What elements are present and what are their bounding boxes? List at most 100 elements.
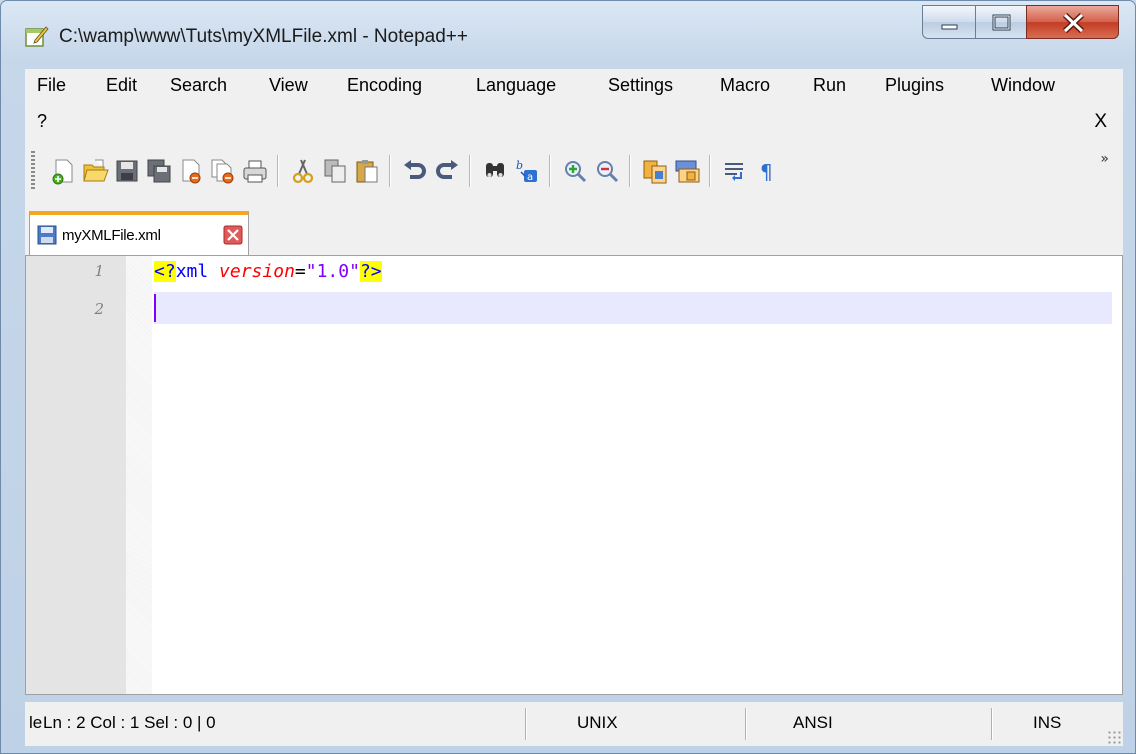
sync-vertical-icon [643, 160, 667, 184]
saved-file-icon [37, 225, 57, 245]
close-icon [1062, 12, 1085, 34]
menu-macro[interactable]: Macro [720, 75, 770, 96]
line-number-gutter: 1 2 [26, 256, 126, 694]
menu-plugins[interactable]: Plugins [885, 75, 944, 96]
zoom-out-icon [597, 161, 619, 183]
editor[interactable]: 1 2 <?xml version="1.0"?> [25, 255, 1123, 695]
xml-decl-open: <? [154, 261, 176, 282]
code-line-2-current [154, 292, 1112, 324]
menu-settings[interactable]: Settings [608, 75, 673, 96]
code-line-1: <?xml version="1.0"?> [154, 256, 382, 288]
toolbar-grip[interactable] [31, 151, 35, 191]
menu-search[interactable]: Search [170, 75, 227, 96]
toolbar-overflow-icon[interactable]: » [1100, 151, 1109, 167]
maximize-button[interactable] [975, 5, 1027, 39]
svg-text:¶: ¶ [760, 160, 773, 184]
status-bar: le Ln : 2 Col : 1 Sel : 0 | 0 UNIX ANSI … [25, 701, 1123, 746]
save-button[interactable] [113, 157, 141, 185]
close-file-icon [182, 159, 201, 184]
tab-label: myXMLFile.xml [62, 227, 161, 244]
line-number: 2 [94, 300, 104, 318]
status-encoding: ANSI [793, 713, 833, 732]
notepad-plus-plus-window: C:\wamp\www\Tuts\myXMLFile.xml - Notepad… [0, 0, 1136, 754]
zoom-in-icon [565, 161, 587, 183]
status-eol-format: UNIX [577, 713, 618, 732]
xml-equals: = [294, 261, 306, 282]
status-divider [991, 708, 992, 740]
toolbar-separator [549, 155, 550, 187]
toolbar-separator [389, 155, 390, 187]
line-number: 1 [94, 262, 104, 280]
toolbar-separator [629, 155, 630, 187]
sync-vertical-button[interactable] [641, 157, 669, 185]
toolbar-separator [469, 155, 470, 187]
find-icon [486, 163, 504, 177]
print-icon [243, 160, 267, 183]
maximize-icon [992, 14, 1011, 31]
undo-button[interactable] [401, 157, 429, 185]
xml-attr-value: "1.0" [305, 261, 360, 282]
show-all-chars-icon: ¶ [760, 160, 773, 184]
status-divider [745, 708, 746, 740]
open-file-button[interactable] [81, 157, 109, 185]
tab-myxmlfile[interactable]: myXMLFile.xml [29, 211, 249, 255]
redo-icon [436, 160, 458, 179]
tab-close-icon[interactable] [223, 225, 243, 245]
find-button[interactable] [481, 157, 509, 185]
close-file-button[interactable] [177, 157, 205, 185]
paste-button[interactable] [353, 157, 381, 185]
menu-view[interactable]: View [269, 75, 308, 96]
resize-grip[interactable] [1107, 730, 1121, 744]
menu-encoding[interactable]: Encoding [347, 75, 422, 96]
menu-file[interactable]: File [37, 75, 66, 96]
save-all-button[interactable] [145, 157, 173, 185]
status-divider [525, 708, 526, 740]
new-file-button[interactable] [49, 157, 77, 185]
menu-language[interactable]: Language [476, 75, 556, 96]
minimize-button[interactable] [922, 5, 976, 39]
xml-decl-close: ?> [359, 261, 382, 282]
notepad-plus-plus-icon [25, 26, 49, 47]
status-cursor-position: Ln : 2 Col : 1 Sel : 0 | 0 [43, 713, 216, 732]
toolbar-separator [277, 155, 278, 187]
window-controls [922, 5, 1119, 41]
svg-text:b: b [516, 159, 523, 172]
status-document-type: le [29, 713, 43, 732]
word-wrap-button[interactable] [721, 157, 749, 185]
svg-text:a: a [527, 172, 533, 183]
close-document-button[interactable]: X [1094, 111, 1107, 133]
menu-bar: File Edit Search View Encoding Language … [25, 69, 1123, 141]
copy-button[interactable] [321, 157, 349, 185]
close-all-icon [211, 159, 234, 184]
xml-tag-name: xml [175, 261, 209, 282]
paste-icon [356, 160, 378, 183]
sync-horizontal-icon [675, 160, 700, 183]
menu-run[interactable]: Run [813, 75, 846, 96]
zoom-out-button[interactable] [593, 157, 621, 185]
close-all-button[interactable] [209, 157, 237, 185]
zoom-in-button[interactable] [561, 157, 589, 185]
redo-button[interactable] [433, 157, 461, 185]
fold-margin[interactable] [126, 256, 152, 694]
tab-bar: myXMLFile.xml [25, 201, 1123, 255]
close-button[interactable] [1026, 5, 1119, 39]
sync-horizontal-button[interactable] [673, 157, 701, 185]
menu-window[interactable]: Window [991, 75, 1055, 96]
undo-icon [404, 160, 426, 179]
save-all-icon [147, 159, 171, 183]
xml-attr-name: version [219, 261, 295, 282]
text-caret [154, 294, 156, 322]
menu-edit[interactable]: Edit [106, 75, 137, 96]
print-button[interactable] [241, 157, 269, 185]
open-file-icon [83, 159, 109, 182]
word-wrap-icon [725, 163, 743, 181]
save-icon [116, 160, 138, 182]
cut-icon [292, 159, 314, 184]
show-all-chars-button[interactable]: ¶ [753, 157, 781, 185]
minimize-icon [941, 24, 958, 30]
replace-button[interactable]: ba [513, 157, 541, 185]
title-bar[interactable]: C:\wamp\www\Tuts\myXMLFile.xml - Notepad… [1, 1, 1135, 57]
menu-help[interactable]: ? [37, 111, 47, 132]
cut-button[interactable] [289, 157, 317, 185]
status-insert-mode: INS [1033, 713, 1062, 732]
